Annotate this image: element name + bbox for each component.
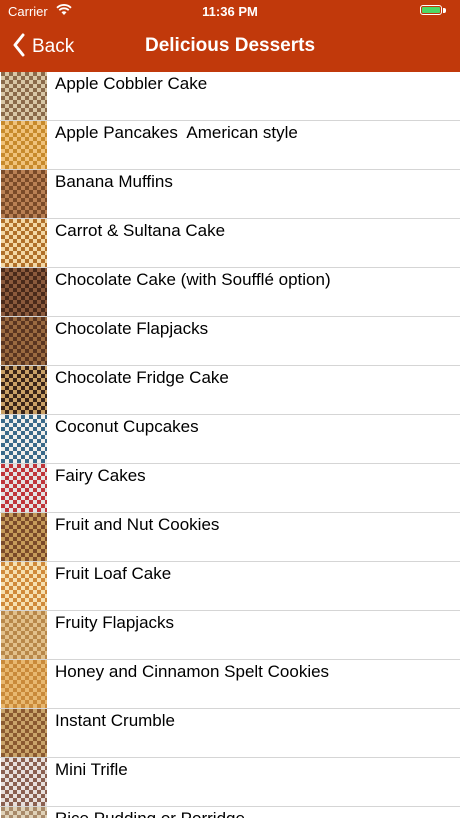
recipe-thumbnail — [1, 464, 47, 512]
list-item[interactable]: Chocolate Cake (with Soufflé option) — [0, 268, 460, 317]
recipe-name: Coconut Cupcakes — [55, 417, 199, 436]
nav-bar: Back Delicious Desserts — [0, 22, 460, 72]
recipe-name: Chocolate Cake (with Soufflé option) — [55, 270, 331, 289]
recipe-thumbnail — [1, 562, 47, 610]
list-item[interactable]: Fairy Cakes — [0, 464, 460, 513]
list-item[interactable]: Rice Pudding or Porridge — [0, 807, 460, 818]
recipe-thumbnail — [1, 317, 47, 365]
list-item[interactable]: Apple Pancakes American style — [0, 121, 460, 170]
recipe-thumbnail — [1, 415, 47, 463]
status-time: 11:36 PM — [202, 4, 258, 19]
recipe-name: Chocolate Fridge Cake — [55, 368, 229, 387]
page-title: Delicious Desserts — [144, 35, 316, 56]
recipe-thumbnail — [1, 72, 47, 120]
recipe-thumbnail — [1, 121, 47, 169]
battery-icon — [420, 5, 442, 15]
recipe-name: Rice Pudding or Porridge — [55, 809, 245, 818]
list-item[interactable]: Coconut Cupcakes — [0, 415, 460, 464]
recipe-thumbnail — [1, 758, 47, 806]
status-bar: Carrier 11:36 PM — [0, 0, 460, 22]
list-item[interactable]: Fruity Flapjacks — [0, 611, 460, 660]
recipe-name: Carrot & Sultana Cake — [55, 221, 226, 240]
list-item[interactable]: Carrot & Sultana Cake — [0, 219, 460, 268]
list-item[interactable]: Chocolate Flapjacks — [0, 317, 460, 366]
recipe-name: Fruity Flapjacks — [55, 613, 175, 632]
recipe-thumbnail — [1, 660, 47, 708]
recipe-name: Banana Muffins — [55, 172, 173, 191]
recipe-thumbnail — [1, 170, 47, 218]
list-item[interactable]: Fruit Loaf Cake — [0, 562, 460, 611]
battery-tip — [443, 8, 446, 13]
recipe-name: Fruit Loaf Cake — [55, 564, 172, 583]
header: Carrier 11:36 PM Back Delicious Desserts — [0, 0, 460, 72]
list-item[interactable]: Mini Trifle — [0, 758, 460, 807]
list-item[interactable]: Chocolate Fridge Cake — [0, 366, 460, 415]
recipe-thumbnail — [1, 268, 47, 316]
recipe-name: Honey and Cinnamon Spelt Cookies — [55, 662, 330, 681]
list-item[interactable]: Apple Cobbler Cake — [0, 72, 460, 121]
recipe-name: Fruit and Nut Cookies — [55, 515, 220, 534]
recipe-name: Instant Crumble — [55, 711, 175, 730]
list-item[interactable]: Banana Muffins — [0, 170, 460, 219]
recipe-thumbnail — [1, 219, 47, 267]
recipe-name: Apple Pancakes American style — [55, 123, 298, 142]
recipe-thumbnail — [1, 807, 47, 818]
recipe-name: Fairy Cakes — [55, 466, 146, 485]
recipe-list: Apple Cobbler Cake Apple Pancakes America… — [0, 72, 460, 818]
recipe-thumbnail — [1, 709, 47, 757]
recipe-name: Apple Cobbler Cake — [55, 74, 208, 93]
recipe-thumbnail — [1, 513, 47, 561]
list-item[interactable]: Honey and Cinnamon Spelt Cookies — [0, 660, 460, 709]
recipe-name: Mini Trifle — [55, 760, 128, 779]
list-item[interactable]: Instant Crumble — [0, 709, 460, 758]
recipe-thumbnail — [1, 366, 47, 414]
recipe-name: Chocolate Flapjacks — [55, 319, 209, 338]
list-item[interactable]: Fruit and Nut Cookies — [0, 513, 460, 562]
recipe-thumbnail — [1, 611, 47, 659]
